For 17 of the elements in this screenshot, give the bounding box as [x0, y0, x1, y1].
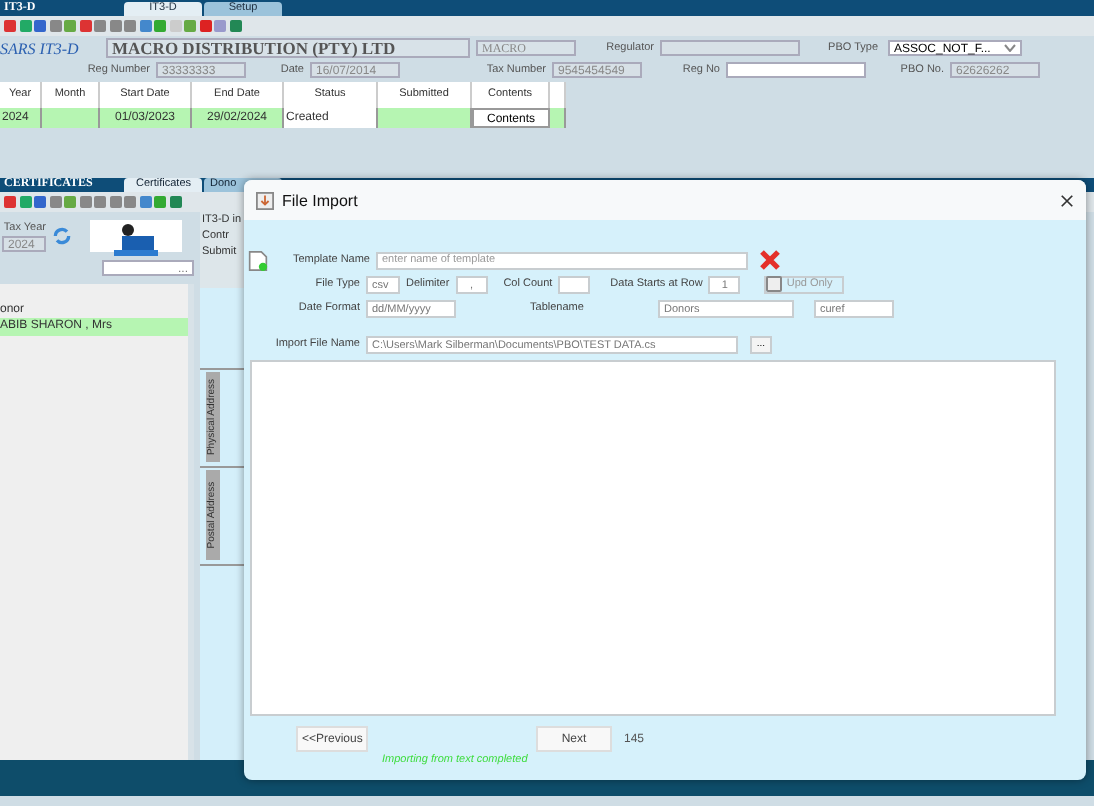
company-name-field: MACRO DISTRIBUTION (PTY) LTD	[106, 38, 470, 58]
table-cell	[550, 108, 566, 128]
refresh-icon[interactable]	[52, 226, 72, 246]
column-header	[550, 82, 566, 108]
document-icon	[248, 249, 268, 271]
close-icon[interactable]	[1060, 193, 1074, 207]
app-icon	[256, 191, 274, 209]
computer-icon[interactable]	[90, 220, 182, 252]
dialog-title: File Import	[282, 191, 360, 209]
table-cell	[42, 108, 100, 128]
reg-no-field[interactable]	[726, 61, 866, 77]
col-count-field[interactable]	[558, 275, 591, 293]
delete-icon[interactable]	[760, 250, 780, 270]
regulator-field[interactable]	[660, 40, 800, 56]
app-title: SARS IT3-D	[0, 39, 81, 57]
caret-icon	[1004, 44, 1016, 52]
table-cell	[378, 108, 472, 128]
